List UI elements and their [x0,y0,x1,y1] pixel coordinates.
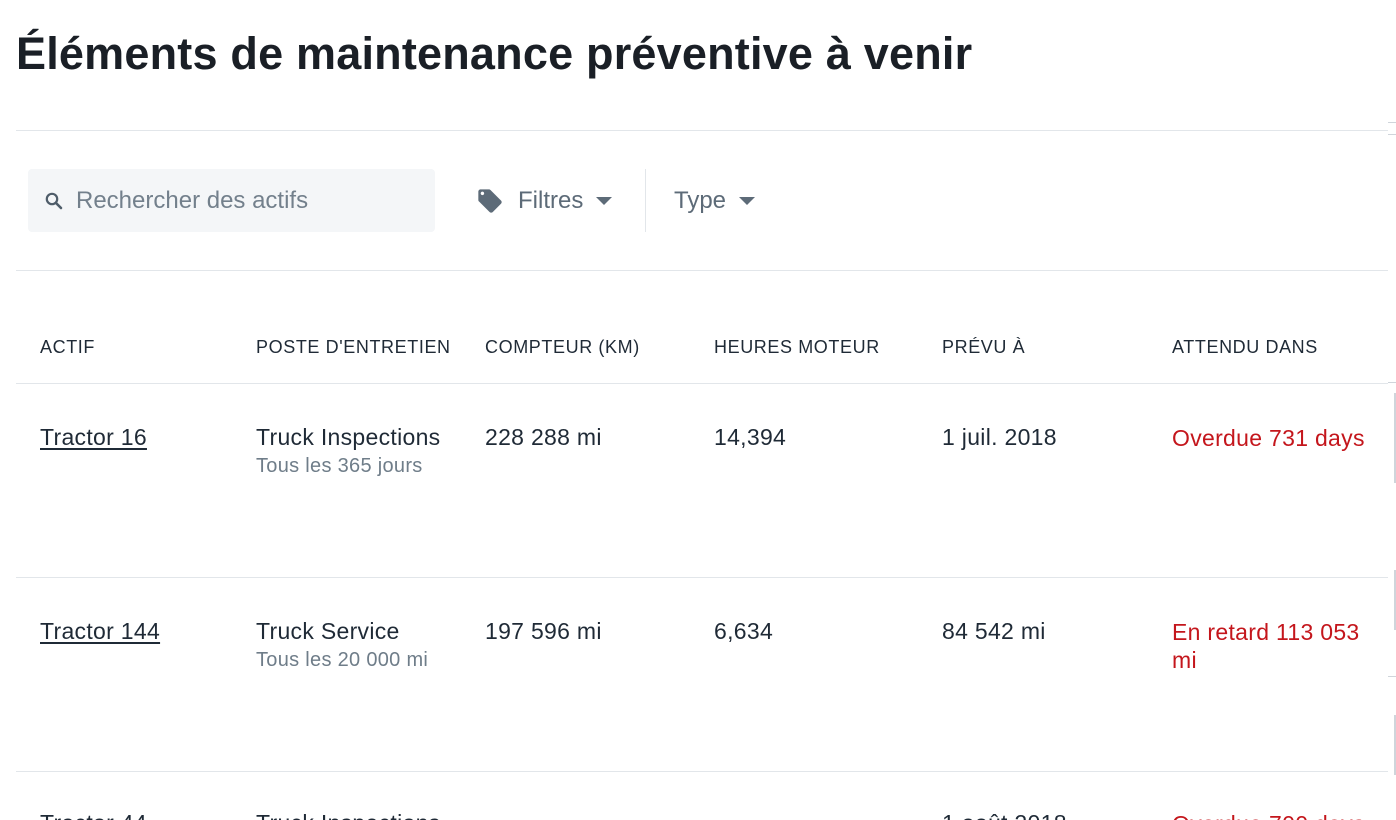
divider [16,577,1388,578]
maintenance-page: Éléments de maintenance préventive à ven… [0,0,1396,820]
column-header-service[interactable]: POSTE D'ENTRETIEN [256,337,451,358]
scheduled-value: 1 août 2018 [942,810,1067,820]
column-header-odometer[interactable]: COMPTEUR (KM) [485,337,640,358]
column-header-engine-hours[interactable]: HEURES MOTEUR [714,337,880,358]
edge-tick [1388,382,1396,383]
scheduled-value: 1 juil. 2018 [942,424,1057,450]
odometer-value: 228 288 mi [485,424,602,450]
toolbar-divider [645,169,646,232]
column-header-scheduled[interactable]: PRÉVU À [942,337,1025,358]
edge-tick [1388,122,1396,123]
service-name: Truck Inspections [256,424,441,450]
due-status: Overdue 700 days [1172,810,1382,820]
due-status: Overdue 731 days [1172,425,1365,451]
tag-icon [478,188,502,213]
type-dropdown[interactable]: Type [674,169,756,232]
divider [16,130,1388,131]
divider [16,771,1388,772]
service-interval: Tous les 20 000 mi [256,649,429,671]
engine-hours-value: 6,634 [714,618,774,644]
edge-tick [1388,676,1396,677]
service-name: Truck Service [256,618,400,644]
due-status: En retard 113 053 mi [1172,619,1360,673]
asset-link[interactable]: Tractor 44 [40,810,147,820]
service-name: Truck Inspections [256,810,440,820]
divider [16,270,1388,271]
asset-link[interactable]: Tractor 16 [40,424,147,451]
service-interval: Tous les 365 jours [256,455,423,477]
type-label: Type [674,186,727,214]
page-title: Éléments de maintenance préventive à ven… [16,28,973,79]
filters-dropdown[interactable]: Filtres [476,169,613,232]
engine-hours-value: 14,394 [714,424,787,450]
search-input[interactable] [76,186,406,215]
filters-label: Filtres [518,186,584,214]
column-header-asset[interactable]: ACTIF [40,337,95,358]
chevron-down-icon [739,196,756,205]
search-icon [45,192,63,209]
chevron-down-icon [596,196,613,205]
search-box[interactable] [28,169,435,232]
divider [16,383,1388,384]
edge-tick [1388,134,1396,135]
asset-link[interactable]: Tractor 144 [40,618,160,645]
scheduled-value: 84 542 mi [942,618,1046,644]
column-header-due-in[interactable]: ATTENDU DANS [1172,337,1318,358]
odometer-value: 197 596 mi [485,618,602,644]
